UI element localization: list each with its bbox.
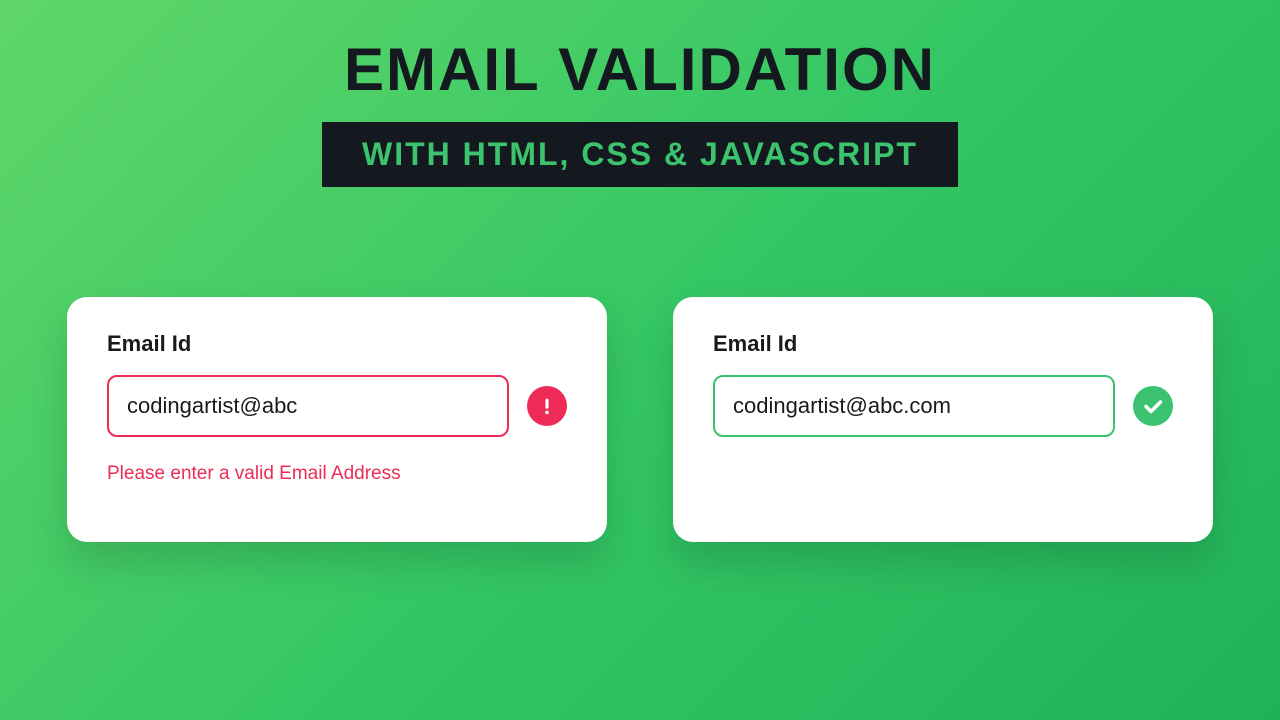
input-row xyxy=(713,375,1173,437)
email-field[interactable] xyxy=(713,375,1115,437)
email-card-valid: Email Id xyxy=(673,297,1213,542)
email-label: Email Id xyxy=(713,331,1173,357)
input-row xyxy=(107,375,567,437)
check-icon xyxy=(1133,386,1173,426)
email-card-invalid: Email Id Please enter a valid Email Addr… xyxy=(67,297,607,542)
cards-row: Email Id Please enter a valid Email Addr… xyxy=(67,297,1213,542)
email-field[interactable] xyxy=(107,375,509,437)
subtitle-bar: WITH HTML, CSS & JAVASCRIPT xyxy=(322,122,958,187)
error-message: Please enter a valid Email Address xyxy=(107,463,567,485)
email-label: Email Id xyxy=(107,331,567,357)
exclamation-icon xyxy=(527,386,567,426)
page-subtitle: WITH HTML, CSS & JAVASCRIPT xyxy=(362,136,918,173)
page-title: EMAIL VALIDATION xyxy=(344,35,936,104)
page-container: EMAIL VALIDATION WITH HTML, CSS & JAVASC… xyxy=(0,0,1280,542)
